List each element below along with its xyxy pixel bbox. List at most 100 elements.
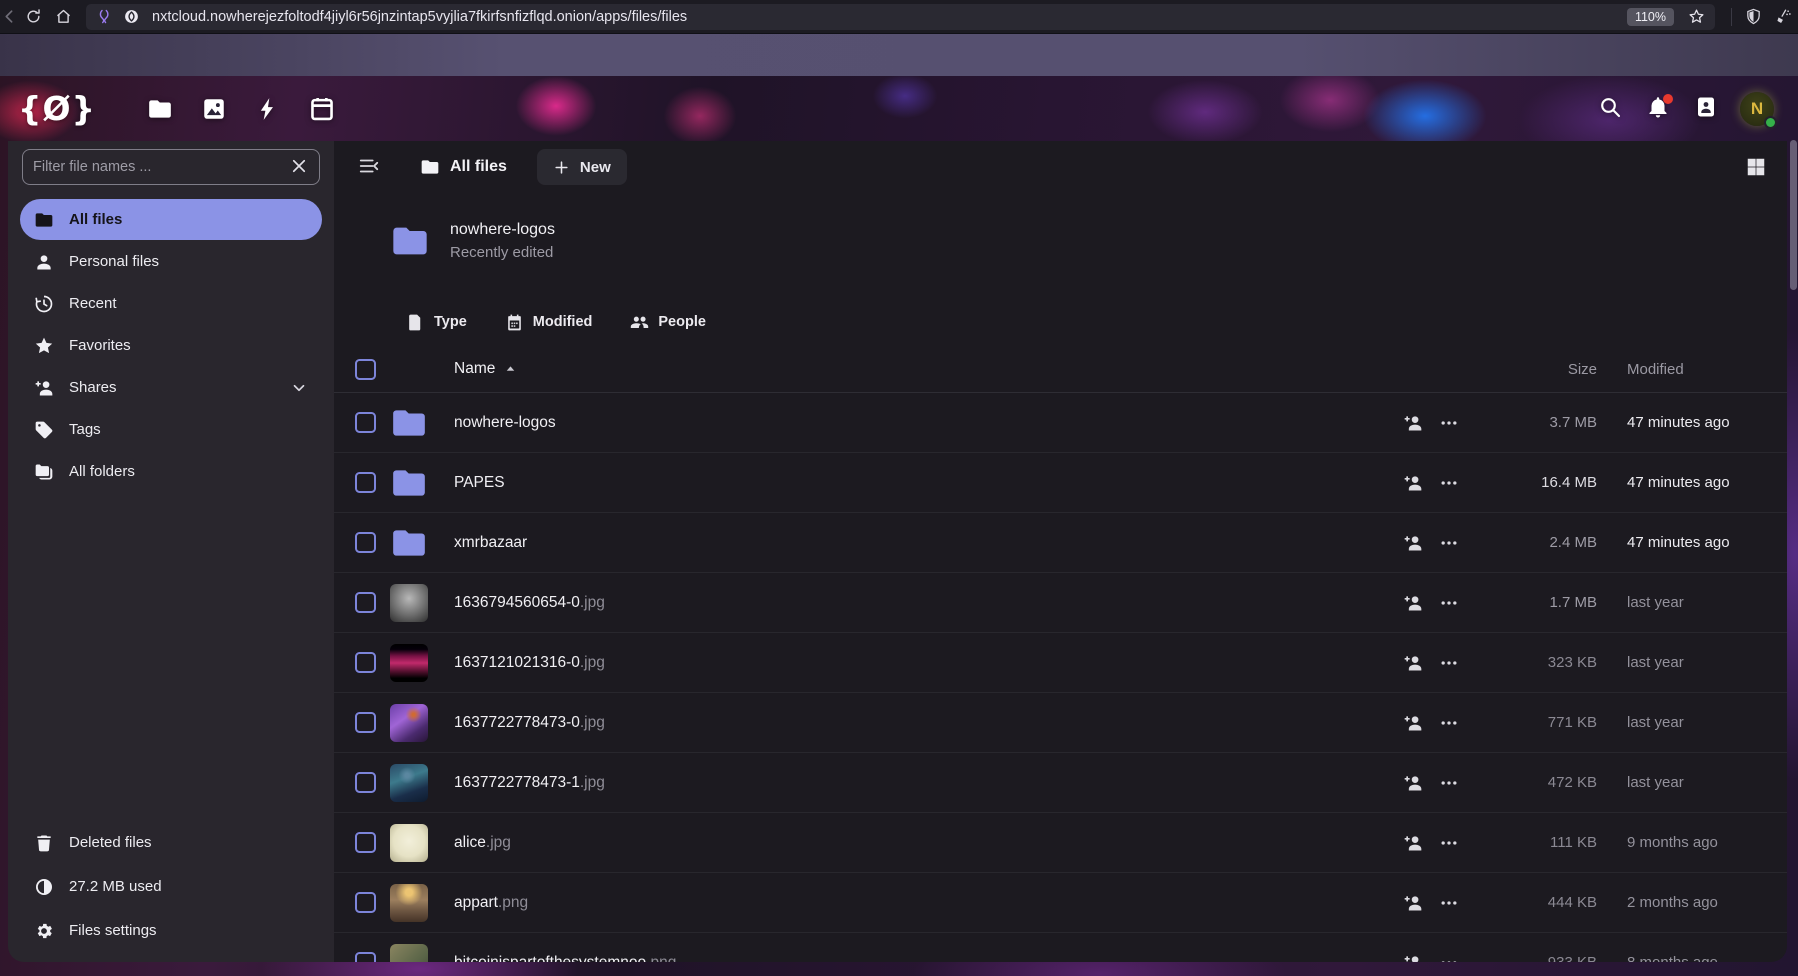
app-calendar-button[interactable] <box>306 89 338 129</box>
row-checkbox[interactable] <box>355 592 376 613</box>
app-activity-button[interactable] <box>252 89 284 129</box>
file-row-1637722778473-0[interactable]: 1637722778473-0.jpg 771 KB last year <box>334 693 1787 753</box>
grid-view-toggle-button[interactable] <box>1743 155 1769 181</box>
sidebar-item-personal-files[interactable]: Personal files <box>20 241 322 282</box>
file-name: 1637121021316-0 <box>454 654 580 671</box>
filter-input[interactable] <box>33 159 289 175</box>
actions-menu-button[interactable] <box>1431 405 1467 441</box>
home-button[interactable] <box>48 3 78 31</box>
actions-menu-button[interactable] <box>1431 525 1467 561</box>
sidebar-item-tags[interactable]: Tags <box>20 409 322 450</box>
url-text[interactable]: nxtcloud.nowherejezfoltodf4jiyl6r56jnzin… <box>152 9 1627 25</box>
new-identity-button[interactable] <box>1768 3 1798 31</box>
back-button[interactable] <box>0 3 18 31</box>
chevron-down-icon[interactable] <box>290 463 308 481</box>
actions-menu-button[interactable] <box>1431 885 1467 921</box>
share-button[interactable] <box>1395 585 1431 621</box>
share-button[interactable] <box>1395 945 1431 963</box>
scrollbar-thumb[interactable] <box>1790 140 1797 290</box>
chevron-down-icon[interactable] <box>290 337 308 355</box>
actions-menu-button[interactable] <box>1431 705 1467 741</box>
file-row-1636794560654-0[interactable]: 1636794560654-0.jpg 1.7 MB last year <box>334 573 1787 633</box>
column-header-modified[interactable]: Modified <box>1627 361 1767 378</box>
sidebar-item-all-files[interactable]: All files <box>20 199 322 240</box>
app-photos-button[interactable] <box>198 89 230 129</box>
row-checkbox[interactable] <box>355 832 376 853</box>
recent-folder-card[interactable]: nowhere-logos Recently edited <box>390 221 555 261</box>
file-row-1637121021316-0[interactable]: 1637121021316-0.jpg 323 KB last year <box>334 633 1787 693</box>
actions-menu-button[interactable] <box>1431 765 1467 801</box>
row-checkbox[interactable] <box>355 412 376 433</box>
chevron-down-icon[interactable] <box>290 379 308 397</box>
share-button[interactable] <box>1395 705 1431 741</box>
filter-chip-people[interactable]: People <box>630 313 706 332</box>
breadcrumb[interactable]: All files <box>420 157 507 177</box>
filter-chip-modified[interactable]: Modified <box>505 313 593 332</box>
share-button[interactable] <box>1395 525 1431 561</box>
filter-chip-type[interactable]: Type <box>406 313 467 332</box>
zoom-level-badge[interactable]: 110% <box>1627 8 1674 26</box>
chevron-down-icon[interactable] <box>290 878 308 896</box>
bookmark-star-icon[interactable] <box>1688 8 1705 25</box>
file-row-appart[interactable]: appart.png 444 KB 2 months ago <box>334 873 1787 933</box>
share-button[interactable] <box>1395 765 1431 801</box>
new-button[interactable]: New <box>537 149 627 185</box>
chevron-down-icon[interactable] <box>290 834 308 852</box>
sidebar-item-deleted-files[interactable]: Deleted files <box>20 822 322 863</box>
file-row-1637722778473-1[interactable]: 1637722778473-1.jpg 472 KB last year <box>334 753 1787 813</box>
chevron-down-icon[interactable] <box>290 211 308 229</box>
toggle-sidebar-button[interactable] <box>354 152 384 182</box>
new-button-label: New <box>580 159 611 176</box>
row-checkbox[interactable] <box>355 772 376 793</box>
nextcloud-logo[interactable]: {Ø} <box>18 89 96 128</box>
chevron-down-icon[interactable] <box>290 253 308 271</box>
actions-menu-button[interactable] <box>1431 825 1467 861</box>
row-checkbox[interactable] <box>355 712 376 733</box>
actions-menu-button[interactable] <box>1431 645 1467 681</box>
file-size: 16.4 MB <box>1477 474 1597 491</box>
file-row-nowhere-logos[interactable]: nowhere-logos 3.7 MB 47 minutes ago <box>334 393 1787 453</box>
sidebar-item-shares[interactable]: Shares <box>20 367 322 408</box>
column-header-size[interactable]: Size <box>1477 361 1597 378</box>
row-checkbox[interactable] <box>355 892 376 913</box>
share-button[interactable] <box>1395 825 1431 861</box>
chevron-down-icon[interactable] <box>290 421 308 439</box>
recent-folder-title[interactable]: nowhere-logos <box>450 221 555 239</box>
column-header-name[interactable]: Name <box>454 360 1395 378</box>
row-checkbox[interactable] <box>355 532 376 553</box>
share-button[interactable] <box>1395 405 1431 441</box>
refresh-button[interactable] <box>18 3 48 31</box>
tor-circuit-icon[interactable] <box>96 8 113 25</box>
row-checkbox[interactable] <box>355 472 376 493</box>
unified-search-button[interactable] <box>1596 95 1624 123</box>
clear-filter-button[interactable] <box>289 157 309 177</box>
sidebar-item-label: All folders <box>69 463 275 480</box>
file-row-PAPES[interactable]: PAPES 16.4 MB 47 minutes ago <box>334 453 1787 513</box>
share-button[interactable] <box>1395 465 1431 501</box>
row-checkbox[interactable] <box>355 952 376 962</box>
actions-menu-button[interactable] <box>1431 585 1467 621</box>
sidebar-item-all-folders[interactable]: All folders <box>20 451 322 492</box>
share-button[interactable] <box>1395 645 1431 681</box>
user-menu[interactable]: N <box>1740 92 1774 126</box>
notifications-button[interactable] <box>1644 95 1672 123</box>
sidebar-item-recent[interactable]: Recent <box>20 283 322 324</box>
app-files-button[interactable] <box>144 89 176 129</box>
contacts-button[interactable] <box>1692 95 1720 123</box>
chevron-down-icon[interactable] <box>290 295 308 313</box>
url-bar[interactable]: nxtcloud.nowherejezfoltodf4jiyl6r56jnzin… <box>86 4 1715 30</box>
actions-menu-button[interactable] <box>1431 945 1467 963</box>
chevron-down-icon[interactable] <box>290 922 308 940</box>
row-checkbox[interactable] <box>355 652 376 673</box>
security-shield-button[interactable] <box>1738 3 1768 31</box>
select-all-checkbox[interactable] <box>355 359 376 380</box>
sidebar-item-files-settings[interactable]: Files settings <box>20 910 322 951</box>
file-row-alice[interactable]: alice.jpg 111 KB 9 months ago <box>334 813 1787 873</box>
file-name: 1637722778473-0 <box>454 714 580 731</box>
breadcrumb-label[interactable]: All files <box>450 158 507 176</box>
file-row-bitcoinispartofthesystemnoo[interactable]: bitcoinispartofthesystemnoo.png 933 KB 8… <box>334 933 1787 962</box>
sidebar-item-favorites[interactable]: Favorites <box>20 325 322 366</box>
file-row-xmrbazaar[interactable]: xmrbazaar 2.4 MB 47 minutes ago <box>334 513 1787 573</box>
share-button[interactable] <box>1395 885 1431 921</box>
actions-menu-button[interactable] <box>1431 465 1467 501</box>
